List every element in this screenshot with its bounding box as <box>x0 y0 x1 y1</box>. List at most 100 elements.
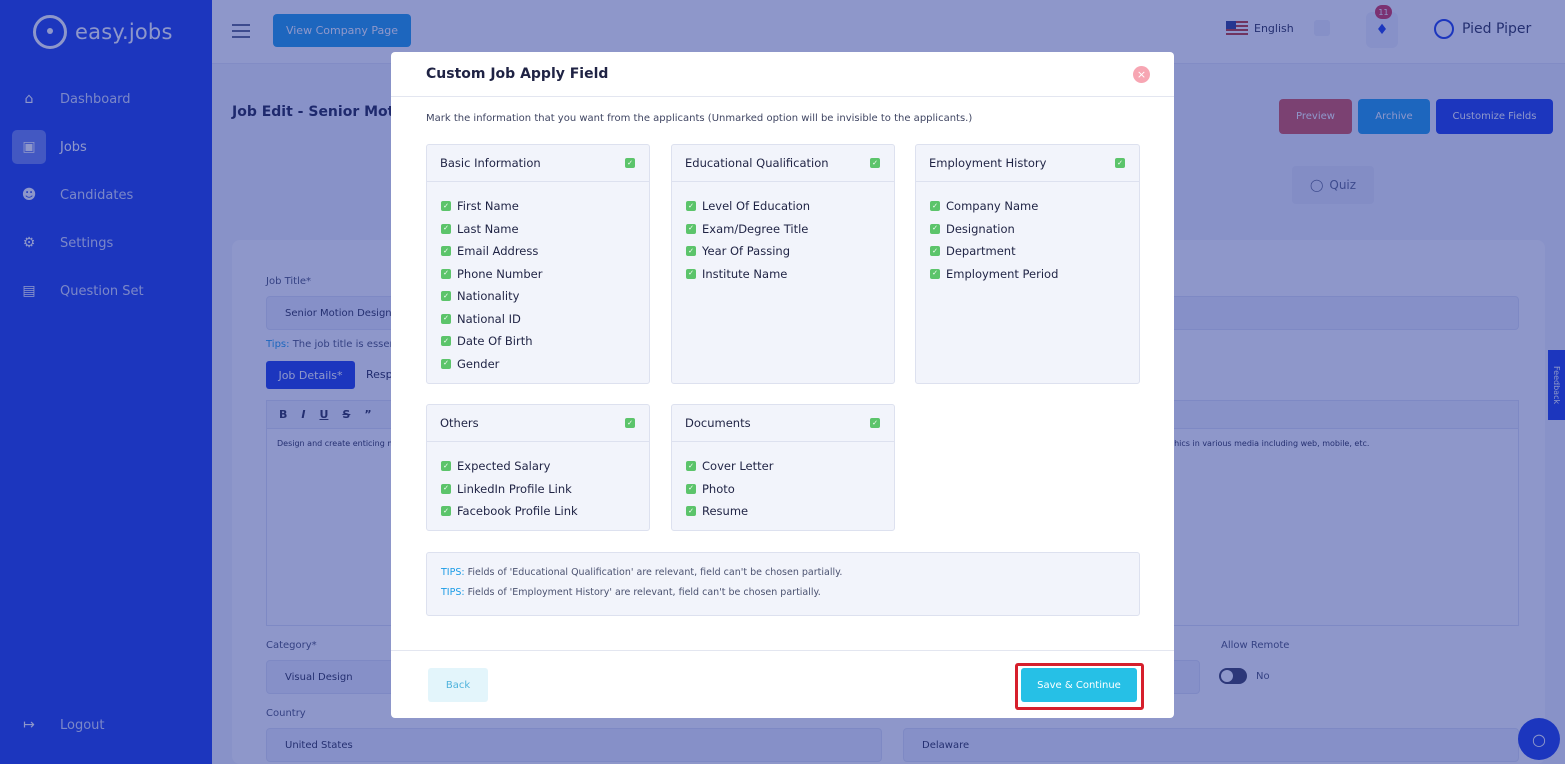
field-label: Date Of Birth <box>457 334 533 349</box>
section-title: Others <box>440 416 479 430</box>
section-header: Employment History ✓ <box>916 145 1139 182</box>
section-header: Others ✓ <box>427 405 649 442</box>
checkbox-icon[interactable]: ✓ <box>441 506 451 517</box>
field-designation[interactable]: ✓ Designation <box>930 218 1139 241</box>
section-checkbox[interactable]: ✓ <box>625 418 635 428</box>
field-expected-salary[interactable]: ✓ Expected Salary <box>441 455 649 478</box>
field-label: Company Name <box>946 199 1039 214</box>
checkbox-icon[interactable]: ✓ <box>930 246 940 257</box>
section-title: Basic Information <box>440 156 541 170</box>
tip-text: Fields of 'Educational Qualification' ar… <box>467 567 843 578</box>
section-educational-qualification: Educational Qualification ✓ ✓ Level Of Ed… <box>671 144 895 384</box>
checkbox-icon[interactable]: ✓ <box>441 268 451 279</box>
section-checkbox[interactable]: ✓ <box>870 158 880 168</box>
section-others: Others ✓ ✓ Expected Salary ✓ LinkedIn Prof… <box>426 404 650 531</box>
section-header: Educational Qualification ✓ <box>672 145 894 182</box>
field-gender[interactable]: ✓ Gender <box>441 353 649 376</box>
checkbox-icon[interactable]: ✓ <box>930 201 940 212</box>
field-first-name[interactable]: ✓ First Name <box>441 195 649 218</box>
field-resume[interactable]: ✓ Resume <box>686 500 894 523</box>
checkbox-icon[interactable]: ✓ <box>441 223 451 234</box>
field-label: Institute Name <box>702 266 788 281</box>
section-checkbox[interactable]: ✓ <box>625 158 635 168</box>
checkbox-icon[interactable]: ✓ <box>686 246 696 257</box>
field-employment-period[interactable]: ✓ Employment Period <box>930 263 1139 286</box>
field-label: Nationality <box>457 289 520 304</box>
field-label: Expected Salary <box>457 459 551 474</box>
field-label: Exam/Degree Title <box>702 221 809 236</box>
close-icon[interactable]: × <box>1133 66 1150 83</box>
field-cover-letter[interactable]: ✓ Cover Letter <box>686 455 894 478</box>
field-label: Designation <box>946 221 1015 236</box>
section-header: Documents ✓ <box>672 405 894 442</box>
field-list: ✓ Company Name ✓ Designation ✓ Department ✓… <box>916 182 1139 285</box>
section-documents: Documents ✓ ✓ Cover Letter ✓ Photo ✓ Resume <box>671 404 895 531</box>
checkbox-icon[interactable]: ✓ <box>441 201 451 212</box>
section-checkbox[interactable]: ✓ <box>870 418 880 428</box>
field-label: Cover Letter <box>702 459 774 474</box>
section-employment-history: Employment History ✓ ✓ Company Name ✓ Desi… <box>915 144 1140 384</box>
save-and-continue-button[interactable]: Save & Continue <box>1021 668 1137 702</box>
tip-line: TIPS: Fields of 'Employment History' are… <box>441 587 1139 607</box>
field-label: Facebook Profile Link <box>457 504 578 519</box>
section-title: Documents <box>685 416 751 430</box>
section-header: Basic Information ✓ <box>427 145 649 182</box>
field-label: LinkedIn Profile Link <box>457 481 572 496</box>
section-basic-information: Basic Information ✓ ✓ First Name ✓ Last Na… <box>426 144 650 384</box>
field-label: Employment Period <box>946 266 1059 281</box>
checkbox-icon[interactable]: ✓ <box>930 268 940 279</box>
field-national-id[interactable]: ✓ National ID <box>441 308 649 331</box>
field-label: Resume <box>702 504 749 519</box>
checkbox-icon[interactable]: ✓ <box>686 483 696 494</box>
field-phone-number[interactable]: ✓ Phone Number <box>441 263 649 286</box>
field-email-address[interactable]: ✓ Email Address <box>441 240 649 263</box>
field-label: Last Name <box>457 221 519 236</box>
field-label: Year Of Passing <box>702 244 790 259</box>
field-list: ✓ Cover Letter ✓ Photo ✓ Resume <box>672 442 894 523</box>
checkbox-icon[interactable]: ✓ <box>441 313 451 324</box>
field-department[interactable]: ✓ Department <box>930 240 1139 263</box>
checkbox-icon[interactable]: ✓ <box>686 506 696 517</box>
field-label: Gender <box>457 356 500 371</box>
field-label: Level Of Education <box>702 199 811 214</box>
checkbox-icon[interactable]: ✓ <box>441 461 451 472</box>
field-last-name[interactable]: ✓ Last Name <box>441 218 649 241</box>
checkbox-icon[interactable]: ✓ <box>686 461 696 472</box>
checkbox-icon[interactable]: ✓ <box>686 201 696 212</box>
field-linkedin-profile-link[interactable]: ✓ LinkedIn Profile Link <box>441 478 649 501</box>
checkbox-icon[interactable]: ✓ <box>441 291 451 302</box>
field-facebook-profile-link[interactable]: ✓ Facebook Profile Link <box>441 500 649 523</box>
section-title: Educational Qualification <box>685 156 829 170</box>
tip-text: Fields of 'Employment History' are relev… <box>467 587 821 598</box>
checkbox-icon[interactable]: ✓ <box>441 483 451 494</box>
field-label: Photo <box>702 481 735 496</box>
field-list: ✓ Level Of Education ✓ Exam/Degree Title ✓… <box>672 182 894 285</box>
field-label: National ID <box>457 311 521 326</box>
section-title: Employment History <box>929 156 1047 170</box>
checkbox-icon[interactable]: ✓ <box>441 336 451 347</box>
field-institute-name[interactable]: ✓ Institute Name <box>686 263 894 286</box>
field-list: ✓ Expected Salary ✓ LinkedIn Profile Link … <box>427 442 649 523</box>
field-exam-degree-title[interactable]: ✓ Exam/Degree Title <box>686 218 894 241</box>
field-nationality[interactable]: ✓ Nationality <box>441 285 649 308</box>
checkbox-icon[interactable]: ✓ <box>686 223 696 234</box>
field-level-of-education[interactable]: ✓ Level Of Education <box>686 195 894 218</box>
field-year-of-passing[interactable]: ✓ Year Of Passing <box>686 240 894 263</box>
section-checkbox[interactable]: ✓ <box>1115 158 1125 168</box>
checkbox-icon[interactable]: ✓ <box>441 358 451 369</box>
field-list: ✓ First Name ✓ Last Name ✓ Email Address ✓ P… <box>427 182 649 375</box>
field-company-name[interactable]: ✓ Company Name <box>930 195 1139 218</box>
field-label: Phone Number <box>457 266 543 281</box>
tips-box: TIPS: Fields of 'Educational Qualificati… <box>426 552 1140 616</box>
field-date-of-birth[interactable]: ✓ Date Of Birth <box>441 330 649 353</box>
modal-title: Custom Job Apply Field <box>426 66 609 82</box>
checkbox-icon[interactable]: ✓ <box>441 246 451 257</box>
tip-line: TIPS: Fields of 'Educational Qualificati… <box>441 567 1139 587</box>
field-photo[interactable]: ✓ Photo <box>686 478 894 501</box>
tip-key: TIPS: <box>441 567 465 578</box>
tip-key: TIPS: <box>441 587 465 598</box>
field-label: Department <box>946 244 1016 259</box>
back-button[interactable]: Back <box>428 668 488 702</box>
checkbox-icon[interactable]: ✓ <box>930 223 940 234</box>
checkbox-icon[interactable]: ✓ <box>686 268 696 279</box>
